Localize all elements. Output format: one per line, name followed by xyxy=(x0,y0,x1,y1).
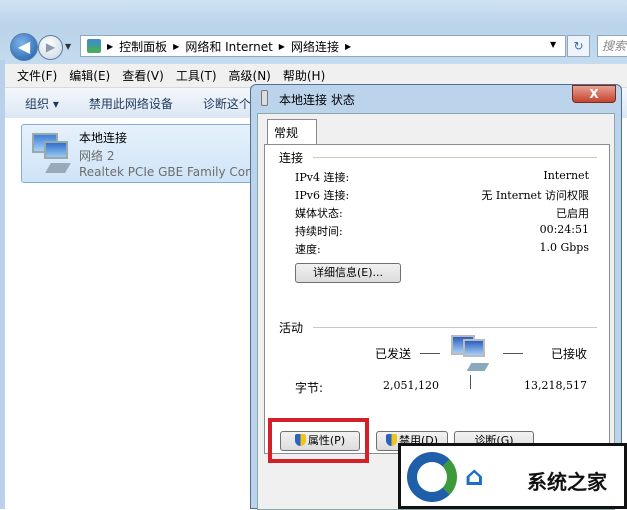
house-icon: ⌂ xyxy=(465,462,484,492)
breadcrumb-control-panel[interactable]: 控制面板 xyxy=(119,38,167,55)
network-adapter-icon xyxy=(28,131,72,177)
control-panel-icon xyxy=(87,39,101,53)
organize-button[interactable]: 组织 ▾ xyxy=(25,95,59,112)
duration-row: 持续时间: 00:24:51 xyxy=(295,223,589,239)
breadcrumb-network-connections[interactable]: 网络连接 xyxy=(291,38,339,55)
divider xyxy=(503,353,523,354)
highlight-box xyxy=(268,418,369,463)
address-bar[interactable]: ▶ 控制面板 ▶ 网络和 Internet ▶ 网络连接 ▶ xyxy=(80,35,566,57)
details-button[interactable]: 详细信息(E)... xyxy=(295,263,401,283)
media-state-row: 媒体状态: 已启用 xyxy=(295,205,589,221)
connection-network: 网络 2 xyxy=(79,149,115,163)
chevron-right-icon[interactable]: ▶ xyxy=(173,42,179,51)
duration-label: 持续时间: xyxy=(295,225,343,238)
ipv6-label: IPv6 连接: xyxy=(295,189,350,202)
chevron-right-icon[interactable]: ▶ xyxy=(279,42,285,51)
bytes-sent: 2,051,120 xyxy=(383,379,439,392)
chevron-right-icon[interactable]: ▶ xyxy=(345,42,351,51)
menu-help[interactable]: 帮助(H) xyxy=(283,67,325,84)
activity-group-header: 活动 xyxy=(279,321,304,335)
connection-icon xyxy=(261,90,268,106)
forward-button[interactable]: ▶ xyxy=(38,35,63,60)
ipv6-value: 无 Internet 访问权限 xyxy=(481,189,589,202)
chevron-right-icon[interactable]: ▶ xyxy=(107,42,113,51)
ipv6-row: IPv6 连接: 无 Internet 访问权限 xyxy=(295,187,589,203)
menu-tools[interactable]: 工具(T) xyxy=(176,67,217,84)
breadcrumb-network-internet[interactable]: 网络和 Internet xyxy=(185,38,272,55)
window-border xyxy=(0,60,5,509)
sent-label: 已发送 xyxy=(375,347,412,361)
bytes-received: 13,218,517 xyxy=(524,379,587,392)
connection-group-header: 连接 xyxy=(279,151,304,165)
connection-adapter: Realtek PCIe GBE Family Controller xyxy=(79,165,257,179)
menu-edit[interactable]: 编辑(E) xyxy=(69,67,110,84)
speed-value: 1.0 Gbps xyxy=(539,241,589,254)
history-dropdown-icon[interactable]: ▼ xyxy=(65,42,71,51)
bytes-label: 字节: xyxy=(295,381,324,395)
ipv4-label: IPv4 连接: xyxy=(295,171,350,184)
divider xyxy=(313,157,597,158)
dialog-title: 本地连接 状态 xyxy=(279,93,355,107)
ipv4-value: Internet xyxy=(543,169,589,182)
divider xyxy=(470,375,471,389)
media-state-label: 媒体状态: xyxy=(295,207,343,220)
menu-file[interactable]: 文件(F) xyxy=(17,67,57,84)
disable-device-button[interactable]: 禁用此网络设备 xyxy=(89,95,173,112)
refresh-button[interactable]: ↻ xyxy=(567,35,590,57)
divider xyxy=(313,327,597,328)
uac-shield-icon xyxy=(385,434,397,446)
network-computers-icon xyxy=(451,335,491,375)
speed-row: 速度: 1.0 Gbps xyxy=(295,241,589,257)
back-button[interactable]: ◀ xyxy=(10,33,38,61)
connection-list-item[interactable]: 本地连接 网络 2 Realtek PCIe GBE Family Contro… xyxy=(21,124,257,183)
ipv4-row: IPv4 连接: Internet xyxy=(295,169,589,185)
watermark: ⌂ 系统之家 xyxy=(398,443,627,509)
media-state-value: 已启用 xyxy=(556,207,589,220)
close-button[interactable]: X xyxy=(572,85,616,103)
menu-advanced[interactable]: 高级(N) xyxy=(229,67,271,84)
menu-view[interactable]: 查看(V) xyxy=(122,67,164,84)
connection-name: 本地连接 xyxy=(79,131,128,145)
watermark-logo-icon xyxy=(407,452,457,502)
speed-label: 速度: xyxy=(295,243,321,256)
search-input[interactable]: 搜索 xyxy=(597,35,627,57)
divider xyxy=(420,353,440,354)
address-dropdown-icon[interactable]: ▼ xyxy=(550,40,556,49)
duration-value: 00:24:51 xyxy=(539,223,589,236)
watermark-text: 系统之家 xyxy=(527,470,607,494)
tab-general[interactable]: 常规 xyxy=(267,119,317,144)
received-label: 已接收 xyxy=(550,347,587,361)
tab-panel: 连接 IPv4 连接: Internet IPv6 连接: 无 Internet 访… xyxy=(264,144,610,454)
